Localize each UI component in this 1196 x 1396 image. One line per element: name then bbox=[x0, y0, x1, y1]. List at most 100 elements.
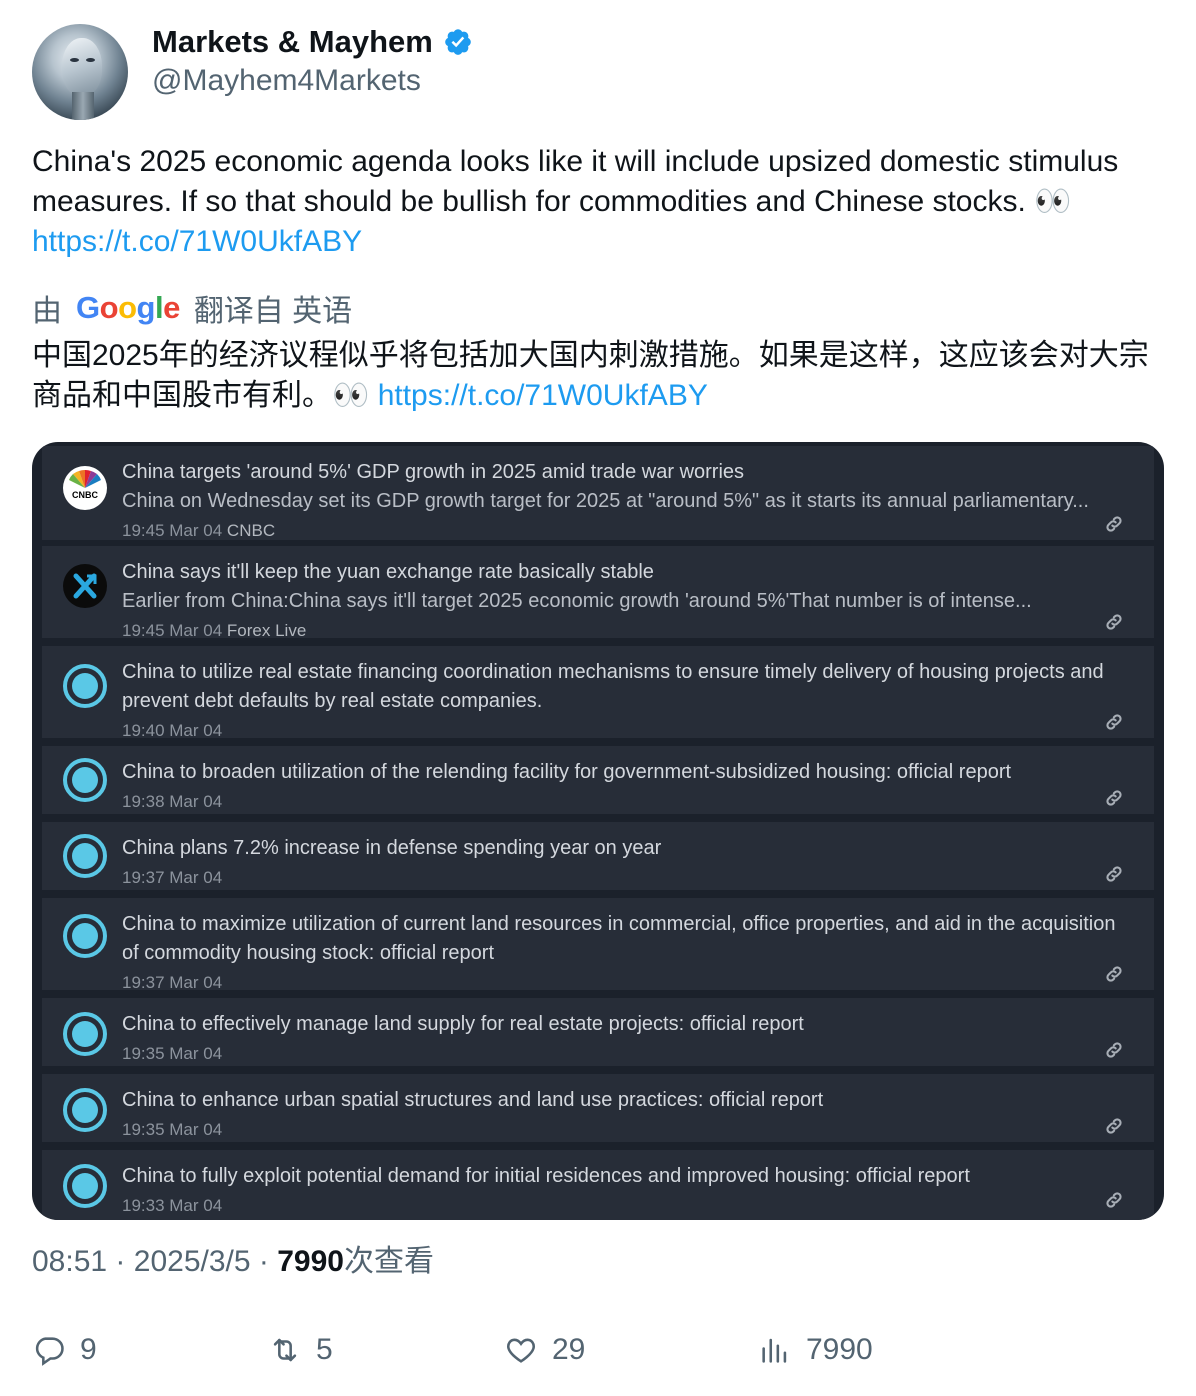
news-item-text: China plans 7.2% increase in defense spe… bbox=[122, 834, 1124, 892]
news-meta: 19:37 Mar 04 bbox=[122, 968, 1124, 997]
svg-text:CNBC: CNBC bbox=[72, 490, 98, 500]
retweet-count: 5 bbox=[316, 1333, 333, 1366]
translation-suffix[interactable]: 翻译自 英语 bbox=[194, 286, 352, 330]
news-subtitle: Earlier from China:China says it'll targ… bbox=[122, 590, 1032, 612]
news-time: 19:37 Mar 04 bbox=[122, 868, 223, 887]
news-bullet-icon bbox=[63, 758, 107, 802]
avatar-robot-face bbox=[62, 38, 102, 96]
news-meta: 19:40 Mar 04 bbox=[122, 716, 1124, 745]
news-item: China says it'll keep the yuan exchange … bbox=[42, 546, 1154, 640]
tweet-text: China's 2025 economic agenda looks like … bbox=[32, 145, 1119, 218]
view-count: 7990 bbox=[277, 1245, 344, 1278]
attached-image-news-feed[interactable]: CNBC China targets 'around 5%' GDP growt… bbox=[32, 442, 1164, 1220]
news-item-text: China to fully exploit potential demand … bbox=[122, 1162, 1124, 1220]
news-time: 19:35 Mar 04 bbox=[122, 1044, 223, 1063]
news-item-text: China to enhance urban spatial structure… bbox=[122, 1086, 1124, 1144]
news-meta: 19:35 Mar 04 bbox=[122, 1039, 1124, 1068]
news-title: China to enhance urban spatial structure… bbox=[122, 1089, 824, 1111]
news-bullet-icon bbox=[63, 1012, 107, 1056]
news-source: CNBC bbox=[226, 521, 276, 540]
news-time: 19:38 Mar 04 bbox=[122, 792, 223, 811]
news-meta: 19:45 Mar 04 CNBC bbox=[122, 516, 1124, 545]
news-item: China plans 7.2% increase in defense spe… bbox=[42, 822, 1154, 890]
news-time: 19:40 Mar 04 bbox=[122, 721, 223, 740]
analytics-icon bbox=[762, 1338, 787, 1363]
news-time: 19:37 Mar 04 bbox=[122, 973, 223, 992]
news-title: China to maximize utilization of current… bbox=[122, 913, 1116, 964]
news-item: China to fully exploit potential demand … bbox=[42, 1150, 1154, 1220]
news-bullet-icon bbox=[63, 1088, 107, 1132]
link-icon[interactable] bbox=[1104, 1040, 1124, 1060]
translated-link[interactable]: https://t.co/71W0UkfABY bbox=[378, 379, 708, 412]
views-button[interactable]: 7990 bbox=[758, 1328, 873, 1372]
heart-icon bbox=[507, 1338, 535, 1363]
news-title: China plans 7.2% increase in defense spe… bbox=[122, 837, 662, 859]
news-meta: 19:37 Mar 04 bbox=[122, 863, 1124, 892]
news-item-text: China to utilize real estate financing c… bbox=[122, 658, 1124, 745]
link-icon[interactable] bbox=[1104, 964, 1124, 984]
news-meta: 19:45 Mar 04 Forex Live bbox=[122, 616, 1124, 645]
link-icon[interactable] bbox=[1104, 712, 1124, 732]
forex-live-logo-icon bbox=[63, 564, 107, 608]
author-handle[interactable]: @Mayhem4Markets bbox=[152, 64, 421, 98]
news-item: China to utilize real estate financing c… bbox=[42, 646, 1154, 740]
news-title: China to effectively manage land supply … bbox=[122, 1013, 804, 1035]
news-time: 19:33 Mar 04 bbox=[122, 1196, 223, 1215]
news-title: China to utilize real estate financing c… bbox=[122, 661, 1104, 712]
news-item: China to broaden utilization of the rele… bbox=[42, 746, 1154, 814]
cnbc-logo-icon: CNBC bbox=[63, 466, 107, 510]
translation-prefix: 由 bbox=[32, 295, 62, 328]
tweet-timestamp: 08:51 · 2025/3/5 · 7990次查看 bbox=[32, 1245, 434, 1278]
avatar-eye-right bbox=[86, 58, 95, 62]
news-source: Forex Live bbox=[226, 621, 307, 640]
news-bullet-icon bbox=[63, 914, 107, 958]
retweet-button[interactable]: 5 bbox=[268, 1328, 333, 1372]
link-icon[interactable] bbox=[1104, 612, 1124, 632]
translated-text-block: 中国2025年的经济议程似乎将包括加大国内刺激措施。如果是这样，这应该会对大宗商… bbox=[32, 336, 1172, 416]
verified-badge-icon bbox=[445, 29, 471, 55]
like-count: 29 bbox=[552, 1333, 586, 1366]
news-item: China to effectively manage land supply … bbox=[42, 998, 1154, 1066]
reply-button[interactable]: 9 bbox=[32, 1328, 97, 1372]
news-time: 19:45 Mar 04 bbox=[122, 521, 223, 540]
news-meta: 19:35 Mar 04 bbox=[122, 1115, 1124, 1144]
link-icon[interactable] bbox=[1104, 788, 1124, 808]
news-time: 19:35 Mar 04 bbox=[122, 1120, 223, 1139]
views-count: 7990 bbox=[806, 1333, 873, 1366]
news-item-text: China to effectively manage land supply … bbox=[122, 1010, 1124, 1068]
tweet-body: China's 2025 economic agenda looks like … bbox=[32, 142, 1162, 262]
news-title: China to broaden utilization of the rele… bbox=[122, 761, 1012, 783]
author-name[interactable]: Markets & Mayhem bbox=[152, 24, 433, 60]
link-icon[interactable] bbox=[1104, 514, 1124, 534]
link-icon[interactable] bbox=[1104, 864, 1124, 884]
news-title: China to fully exploit potential demand … bbox=[122, 1165, 970, 1187]
news-item: China to maximize utilization of current… bbox=[42, 898, 1154, 992]
news-title: China targets 'around 5%' GDP growth in … bbox=[122, 461, 745, 483]
link-icon[interactable] bbox=[1104, 1190, 1124, 1210]
action-bar: 9 5 29 7990 bbox=[32, 1328, 1164, 1372]
news-bullet-icon bbox=[63, 664, 107, 708]
tweet-link[interactable]: https://t.co/71W0UkfABY bbox=[32, 225, 362, 258]
author-avatar[interactable] bbox=[32, 24, 128, 120]
tweet-time[interactable]: 08:51 bbox=[32, 1245, 107, 1278]
translation-attribution: 由 Google 翻译自 英语 bbox=[32, 288, 352, 328]
avatar-eye-left bbox=[70, 58, 79, 62]
news-subtitle: China on Wednesday set its GDP growth ta… bbox=[122, 490, 1089, 512]
author-name-row[interactable]: Markets & Mayhem bbox=[152, 24, 473, 60]
news-item: CNBC China targets 'around 5%' GDP growt… bbox=[42, 446, 1154, 540]
like-button[interactable]: 29 bbox=[504, 1328, 585, 1372]
view-label: 次查看 bbox=[343, 1245, 434, 1278]
news-title: China says it'll keep the yuan exchange … bbox=[122, 561, 654, 583]
tweet-date[interactable]: 2025/3/5 bbox=[134, 1245, 251, 1278]
news-time: 19:45 Mar 04 bbox=[122, 621, 223, 640]
retweet-icon bbox=[273, 1338, 297, 1362]
news-meta: 19:38 Mar 04 bbox=[122, 787, 1124, 816]
news-item-text: China targets 'around 5%' GDP growth in … bbox=[122, 458, 1124, 545]
reply-icon bbox=[35, 1337, 64, 1366]
link-icon[interactable] bbox=[1104, 1116, 1124, 1136]
news-item: China to enhance urban spatial structure… bbox=[42, 1074, 1154, 1142]
news-item-text: China says it'll keep the yuan exchange … bbox=[122, 558, 1124, 645]
google-logo: Google bbox=[76, 290, 180, 325]
avatar-neck bbox=[72, 92, 94, 120]
news-bullet-icon bbox=[63, 834, 107, 878]
